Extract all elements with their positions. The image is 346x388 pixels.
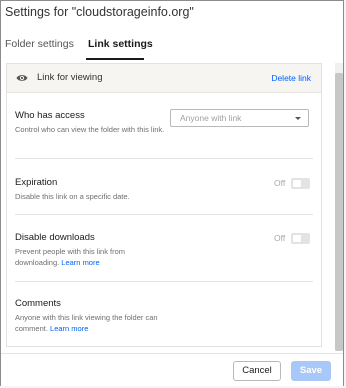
expiration-state: Off xyxy=(274,178,286,188)
dialog-title: Settings for "cloudstorageinfo.org" xyxy=(5,5,194,19)
tab-folder-settings[interactable]: Folder settings xyxy=(5,38,74,50)
toggle-knob xyxy=(293,180,301,187)
downloads-title: Disable downloads xyxy=(15,232,95,243)
link-label: Link for viewing xyxy=(37,72,103,83)
expiration-description: Disable this link on a specific date. xyxy=(15,192,130,201)
access-select[interactable]: Anyone with link xyxy=(170,109,309,127)
active-tab-indicator xyxy=(86,58,144,60)
save-button[interactable]: Save xyxy=(291,361,331,381)
downloads-row: Disable downloads Prevent people with th… xyxy=(7,215,321,281)
cancel-button[interactable]: Cancel xyxy=(233,361,281,381)
downloads-state: Off xyxy=(274,233,286,243)
downloads-toggle[interactable] xyxy=(291,233,310,244)
access-title: Who has access xyxy=(15,110,85,121)
expiration-row: Expiration Disable this link on a specif… xyxy=(7,159,321,214)
scrollbar-thumb[interactable] xyxy=(335,73,343,351)
delete-link-button[interactable]: Delete link xyxy=(271,73,311,83)
tab-link-settings[interactable]: Link settings xyxy=(88,38,153,50)
dialog-footer: Cancel Save xyxy=(1,353,343,386)
tab-bar: Folder settings Link settings xyxy=(1,31,343,63)
comments-learn-more-link[interactable]: Learn more xyxy=(50,324,88,333)
expiration-title: Expiration xyxy=(15,177,58,188)
scrollbar[interactable] xyxy=(335,63,343,351)
comments-title: Comments xyxy=(15,298,61,309)
link-header: Link for viewing Delete link xyxy=(7,64,321,93)
access-row: Who has access Control who can view the … xyxy=(7,92,321,158)
access-select-value: Anyone with link xyxy=(180,113,242,123)
toggle-knob xyxy=(293,235,301,242)
downloads-learn-more-link[interactable]: Learn more xyxy=(61,258,99,267)
eye-icon xyxy=(16,75,28,81)
comments-row: Comments Anyone with this link viewing t… xyxy=(7,282,321,346)
comments-description: Anyone with this link viewing the folder… xyxy=(15,312,165,334)
downloads-description: Prevent people with this link from downl… xyxy=(15,246,155,268)
link-settings-panel: Link for viewing Delete link Who has acc… xyxy=(6,63,322,347)
chevron-down-icon xyxy=(295,117,301,120)
access-description: Control who can view the folder with thi… xyxy=(15,125,165,134)
expiration-toggle[interactable] xyxy=(291,178,310,189)
settings-dialog: Settings for "cloudstorageinfo.org" Fold… xyxy=(0,0,344,386)
